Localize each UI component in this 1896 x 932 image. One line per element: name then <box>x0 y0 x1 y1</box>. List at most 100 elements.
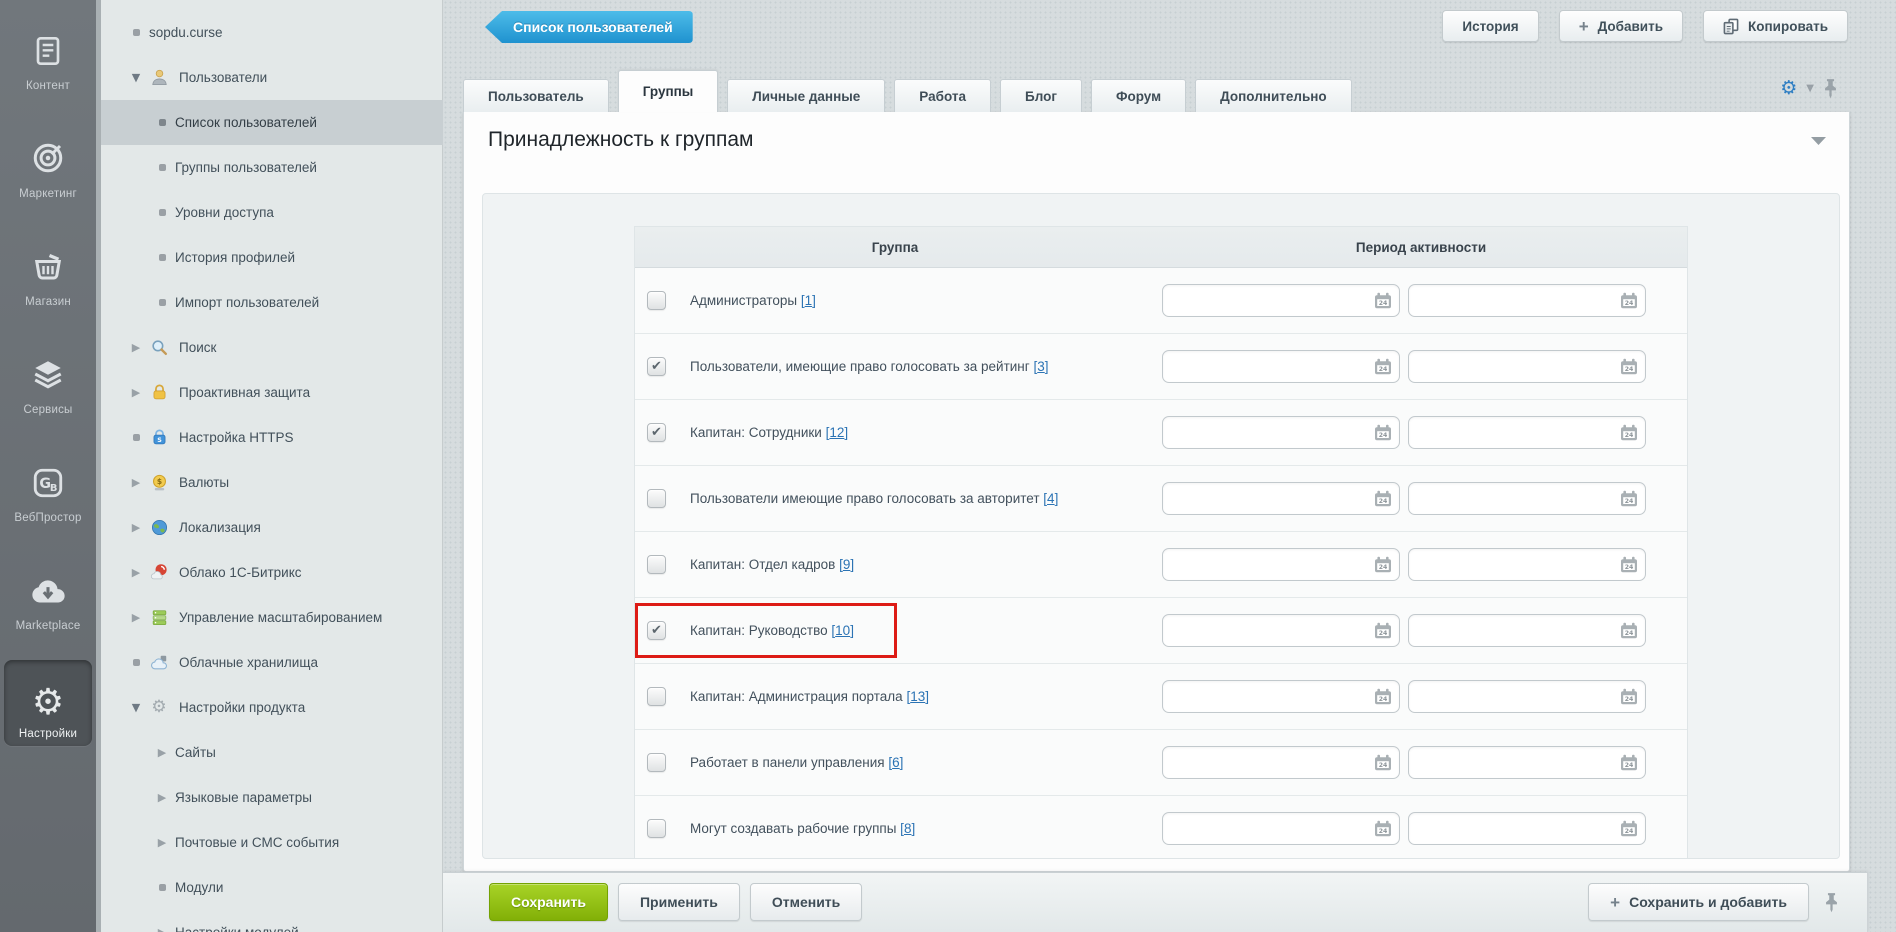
menu-item[interactable]: Группы пользователей <box>101 145 443 190</box>
date-from-input[interactable] <box>1171 486 1365 513</box>
menu-item[interactable]: ▶ Настройки модулей <box>101 910 443 932</box>
menu-item-label: Настройки модулей <box>175 925 299 932</box>
date-to-input[interactable] <box>1417 486 1611 513</box>
menu-item[interactable]: ▶Сайты <box>101 730 443 775</box>
group-checkbox[interactable] <box>647 291 666 310</box>
date-to-input[interactable] <box>1417 354 1611 381</box>
group-count-link[interactable]: [13] <box>906 689 929 704</box>
date-to-input[interactable] <box>1417 420 1611 447</box>
apply-button[interactable]: Применить <box>618 883 740 921</box>
menu-item-label: Поиск <box>179 340 216 355</box>
date-from-input[interactable] <box>1171 354 1365 381</box>
menu-item[interactable]: ▶Почтовые и СМС события <box>101 820 443 865</box>
chevron-right-icon[interactable]: ▶ <box>155 836 169 849</box>
date-to-input[interactable] <box>1417 552 1611 579</box>
date-from-input[interactable] <box>1171 750 1365 777</box>
menu-item[interactable]: ▶Управление масштабированием <box>101 595 443 640</box>
chevron-down-icon[interactable]: ▼ <box>129 71 143 84</box>
sidebar-item-настройки[interactable]: ⚙Настройки <box>4 660 92 746</box>
chevron-right-icon[interactable]: ▶ <box>129 386 143 399</box>
collapse-section-icon[interactable] <box>1810 136 1827 146</box>
group-checkbox[interactable]: ✔ <box>647 357 666 376</box>
menu-item[interactable]: ▼Пользователи <box>101 55 443 100</box>
date-from-input[interactable] <box>1171 420 1365 447</box>
group-checkbox[interactable] <box>647 489 666 508</box>
menu-item[interactable]: sopdu.curse <box>101 10 443 55</box>
add-button[interactable]: + Добавить <box>1559 10 1683 42</box>
history-button[interactable]: История <box>1442 10 1538 42</box>
date-from-input[interactable] <box>1171 552 1365 579</box>
menu-item[interactable]: История профилей <box>101 235 443 280</box>
menu-item[interactable]: ▼⚙Настройки продукта <box>101 685 443 730</box>
tab-дополнительно[interactable]: Дополнительно <box>1195 79 1352 112</box>
breadcrumb-button[interactable]: Список пользователей <box>485 11 693 43</box>
date-from-input[interactable] <box>1171 618 1365 645</box>
sidebar-item-сервисы[interactable]: Сервисы <box>4 336 92 422</box>
menu-item[interactable]: Импорт пользователей <box>101 280 443 325</box>
sidebar-item-контент[interactable]: Контент <box>4 12 92 98</box>
date-to-input[interactable] <box>1417 816 1611 843</box>
date-to-input[interactable] <box>1417 750 1611 777</box>
group-count-link[interactable]: [10] <box>831 623 854 638</box>
group-count-link[interactable]: [9] <box>839 557 854 572</box>
group-count-link[interactable]: [8] <box>900 821 915 836</box>
save-button[interactable]: Сохранить <box>489 883 608 921</box>
group-count-link[interactable]: [12] <box>826 425 849 440</box>
chevron-down-icon[interactable]: ▼ <box>1806 83 1814 94</box>
group-checkbox[interactable]: ✔ <box>647 621 666 640</box>
tab-работа[interactable]: Работа <box>894 79 991 112</box>
search-icon <box>149 338 169 357</box>
group-count-link[interactable]: [3] <box>1033 359 1048 374</box>
chevron-right-icon[interactable]: ▶ <box>129 566 143 579</box>
date-to-input[interactable] <box>1417 684 1611 711</box>
date-from-input[interactable] <box>1171 816 1365 843</box>
tab-блог[interactable]: Блог <box>1000 79 1082 112</box>
tab-группы[interactable]: Группы <box>618 70 719 112</box>
chevron-right-icon[interactable]: ▶ <box>155 926 169 932</box>
menu-item[interactable]: Список пользователей <box>101 100 443 145</box>
menu-item[interactable]: ▶$Валюты <box>101 460 443 505</box>
pin-form-icon[interactable] <box>1823 78 1838 99</box>
group-checkbox[interactable] <box>647 753 666 772</box>
chevron-down-icon[interactable]: ▼ <box>129 701 143 714</box>
form-settings-gear-icon[interactable]: ⚙ <box>1780 79 1797 98</box>
group-count-link[interactable]: [6] <box>888 755 903 770</box>
group-checkbox[interactable]: ✔ <box>647 423 666 442</box>
menu-item[interactable]: ▶Локализация <box>101 505 443 550</box>
menu-item[interactable]: Модули <box>101 865 443 910</box>
menu-item[interactable]: ▶Языковые параметры <box>101 775 443 820</box>
group-count-link[interactable]: [4] <box>1043 491 1058 506</box>
chevron-right-icon[interactable]: ▶ <box>129 521 143 534</box>
menu-item[interactable]: ▶Облако 1С-Битрикс <box>101 550 443 595</box>
group-checkbox[interactable] <box>647 819 666 838</box>
menu-item[interactable]: SНастройка HTTPS <box>101 415 443 460</box>
chevron-right-icon[interactable]: ▶ <box>129 341 143 354</box>
group-checkbox[interactable] <box>647 687 666 706</box>
sidebar-item-marketplace[interactable]: Marketplace <box>4 552 92 638</box>
date-to-input[interactable] <box>1417 618 1611 645</box>
cancel-button[interactable]: Отменить <box>750 883 862 921</box>
menu-item[interactable]: ▶Проактивная защита <box>101 370 443 415</box>
date-from-input[interactable] <box>1171 288 1365 315</box>
tab-пользователь[interactable]: Пользователь <box>463 79 609 112</box>
chevron-right-icon[interactable]: ▶ <box>129 476 143 489</box>
group-count-link[interactable]: [1] <box>801 293 816 308</box>
menu-item[interactable]: ▶ Поиск <box>101 325 443 370</box>
copy-button[interactable]: Копировать <box>1703 10 1848 42</box>
sidebar-item-вебпростор[interactable]: GBВебПростор <box>4 444 92 530</box>
tab-личные-данные[interactable]: Личные данные <box>727 79 885 112</box>
group-checkbox[interactable] <box>647 555 666 574</box>
menu-item[interactable]: Уровни доступа <box>101 190 443 235</box>
date-from-input[interactable] <box>1171 684 1365 711</box>
date-to-input[interactable] <box>1417 288 1611 315</box>
sidebar-item-маркетинг[interactable]: Маркетинг <box>4 120 92 206</box>
save-and-add-button[interactable]: + Сохранить и добавить <box>1588 883 1809 921</box>
group-row: Работает в панели управления [6]2424 <box>635 730 1687 796</box>
chevron-right-icon[interactable]: ▶ <box>155 791 169 804</box>
chevron-right-icon[interactable]: ▶ <box>155 746 169 759</box>
chevron-right-icon[interactable]: ▶ <box>129 611 143 624</box>
menu-item[interactable]: Облачные хранилища <box>101 640 443 685</box>
sidebar-item-магазин[interactable]: Магазин <box>4 228 92 314</box>
pin-footer-icon[interactable] <box>1824 892 1839 913</box>
tab-форум[interactable]: Форум <box>1091 79 1186 112</box>
